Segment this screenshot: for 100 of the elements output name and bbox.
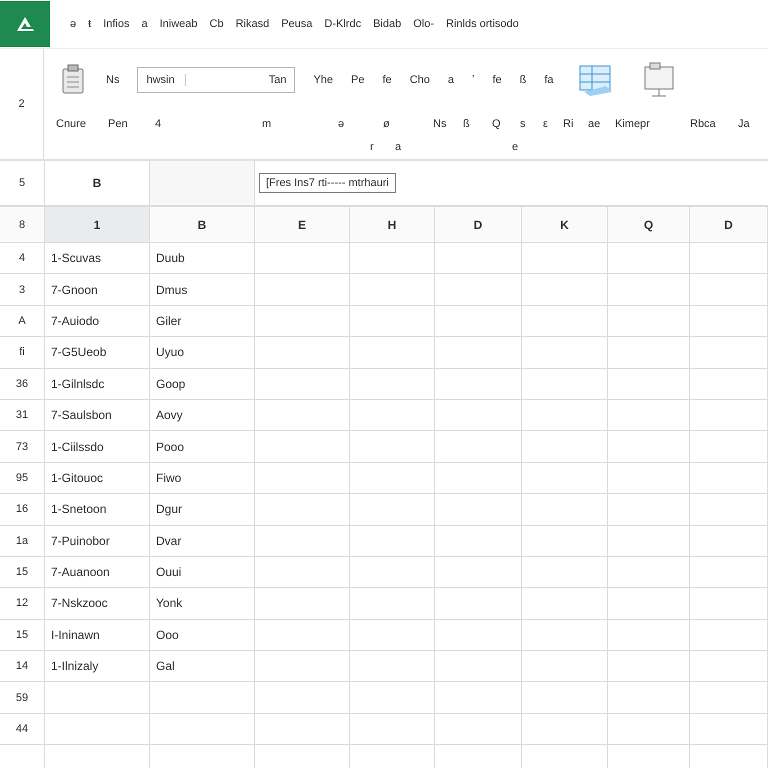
- table-cell: 7-G5Ueob: [45, 337, 150, 368]
- menu-item[interactable]: Olo-: [413, 18, 434, 30]
- table-cell: Dgur: [150, 494, 255, 525]
- menu-item[interactable]: Cb: [210, 18, 224, 30]
- menu-item[interactable]: ŧ: [88, 18, 92, 30]
- row-header[interactable]: 59: [0, 682, 45, 713]
- ribbon-label[interactable]: Cho: [410, 74, 430, 86]
- ribbon-label[interactable]: 4: [155, 118, 162, 130]
- ribbon-label[interactable]: ø: [383, 118, 390, 130]
- column-header[interactable]: H: [350, 207, 435, 242]
- ribbon-label[interactable]: ε: [543, 118, 548, 130]
- menu-item[interactable]: Rikasd: [236, 18, 270, 30]
- ribbon-label[interactable]: Ri: [563, 118, 574, 130]
- menu-item[interactable]: ə: [70, 18, 76, 30]
- table-cell: 7-Nskzooc: [45, 588, 150, 619]
- table-cell: Ooo: [150, 620, 255, 650]
- menu-item[interactable]: Iniweab: [160, 18, 198, 30]
- table-cell: 1-Scuvas: [45, 243, 150, 274]
- table-cell: Aovy: [150, 400, 255, 430]
- ribbon-label[interactable]: ə: [338, 118, 344, 130]
- row-header[interactable]: 5: [0, 161, 45, 205]
- table-cell: Uyuo: [150, 337, 255, 368]
- row-header[interactable]: 16: [0, 494, 45, 525]
- font-name-field[interactable]: hwsin Tan: [137, 67, 296, 93]
- ribbon-label[interactable]: ae: [588, 118, 600, 130]
- ribbon-label[interactable]: Q: [492, 118, 501, 130]
- ribbon-label[interactable]: Yhe: [313, 74, 334, 86]
- row-header[interactable]: 15: [0, 620, 45, 650]
- table-cell: Giler: [150, 306, 255, 336]
- ribbon-label[interactable]: fe: [492, 74, 502, 86]
- monitor-icon[interactable]: [642, 61, 676, 99]
- column-header[interactable]: 1: [45, 207, 150, 242]
- column-header[interactable]: B: [150, 207, 255, 242]
- ribbon-label[interactable]: ʼ: [472, 74, 474, 86]
- ribbon-label[interactable]: Pe: [351, 74, 364, 86]
- ribbon-label[interactable]: a: [395, 141, 402, 153]
- row-header[interactable]: 36: [0, 368, 45, 399]
- row-header[interactable]: 3: [0, 274, 45, 305]
- ribbon-label[interactable]: Ja: [738, 118, 750, 130]
- column-header[interactable]: Q: [608, 207, 690, 242]
- ribbon-label[interactable]: Cnure: [56, 118, 86, 130]
- row-header[interactable]: 73: [0, 431, 45, 462]
- row-header[interactable]: 12: [0, 588, 45, 619]
- ribbon-label[interactable]: e: [512, 141, 518, 153]
- table-cell: 7-Puinobor: [45, 526, 150, 556]
- row-header[interactable]: A: [0, 306, 45, 336]
- table-cell: 7-Saulsbon: [45, 400, 150, 430]
- menu-item[interactable]: a: [141, 18, 148, 30]
- row-header[interactable]: 15: [0, 556, 45, 588]
- table-cell: 1-Gitouoc: [45, 462, 150, 494]
- table-cell: Gal: [150, 651, 255, 682]
- app-logo[interactable]: [0, 1, 50, 47]
- menu-item[interactable]: D-Klrdc: [324, 18, 362, 30]
- table-cell: 7-Gnoon: [45, 274, 150, 305]
- table-cell: 1-Gilnlsdc: [45, 368, 150, 399]
- table-cell: Ouui: [150, 556, 255, 588]
- ribbon-label[interactable]: m: [262, 118, 272, 130]
- menu-item[interactable]: Rinlds ortisodo: [446, 18, 519, 30]
- row-header[interactable]: 2: [0, 49, 44, 159]
- table-cell: 1-Ilnizaly: [45, 651, 150, 682]
- ribbon-label[interactable]: fe: [382, 74, 392, 86]
- table-cell: Goop: [150, 368, 255, 399]
- table-cell: 1-Snetoon: [45, 494, 150, 525]
- table-cell: Dvar: [150, 526, 255, 556]
- ribbon-label[interactable]: ß: [520, 74, 526, 86]
- row-header[interactable]: 95: [0, 462, 45, 494]
- ribbon-label[interactable]: Pen: [108, 118, 128, 130]
- table-cell: I-Ininawn: [45, 620, 150, 650]
- menu-item[interactable]: Peusa: [281, 18, 312, 30]
- table-cell: 7-Auanoon: [45, 556, 150, 588]
- ribbon-label[interactable]: r: [370, 141, 374, 153]
- column-header[interactable]: D: [690, 207, 768, 242]
- table-cell: Pooo: [150, 431, 255, 462]
- column-header[interactable]: K: [522, 207, 608, 242]
- ribbon-label[interactable]: fa: [544, 74, 554, 86]
- table-cell: Fiwo: [150, 462, 255, 494]
- ribbon-label[interactable]: Ns: [433, 118, 446, 130]
- menu-item[interactable]: Infios: [103, 18, 130, 30]
- column-header[interactable]: E: [255, 207, 350, 242]
- row-header[interactable]: 1a: [0, 526, 45, 556]
- ribbon-label[interactable]: Kimepr: [615, 118, 650, 130]
- table-cell: Yonk: [150, 588, 255, 619]
- formula-field[interactable]: [Fres Ins7 rti----- mtrhauri: [259, 173, 396, 193]
- row-header[interactable]: 14: [0, 651, 45, 682]
- table-cell: 1-Ciilssdo: [45, 431, 150, 462]
- ribbon-label[interactable]: Rbca: [690, 118, 716, 130]
- table-cell: Duub: [150, 243, 255, 274]
- ribbon-label[interactable]: Ns: [106, 74, 120, 86]
- table-cell: Dmus: [150, 274, 255, 305]
- table-cell: 7-Auiodo: [45, 306, 150, 336]
- row-header[interactable]: 44: [0, 714, 45, 744]
- menu-item[interactable]: Bidab: [373, 18, 402, 30]
- row-header[interactable]: 4: [0, 243, 45, 274]
- ribbon-label[interactable]: a: [448, 74, 454, 86]
- row-header[interactable]: 31: [0, 400, 45, 430]
- row-header[interactable]: fi: [0, 337, 45, 368]
- recycle-icon: [14, 15, 36, 33]
- column-header[interactable]: D: [435, 207, 522, 242]
- ribbon-label[interactable]: s: [520, 118, 526, 130]
- ribbon-label[interactable]: ß: [463, 118, 470, 130]
